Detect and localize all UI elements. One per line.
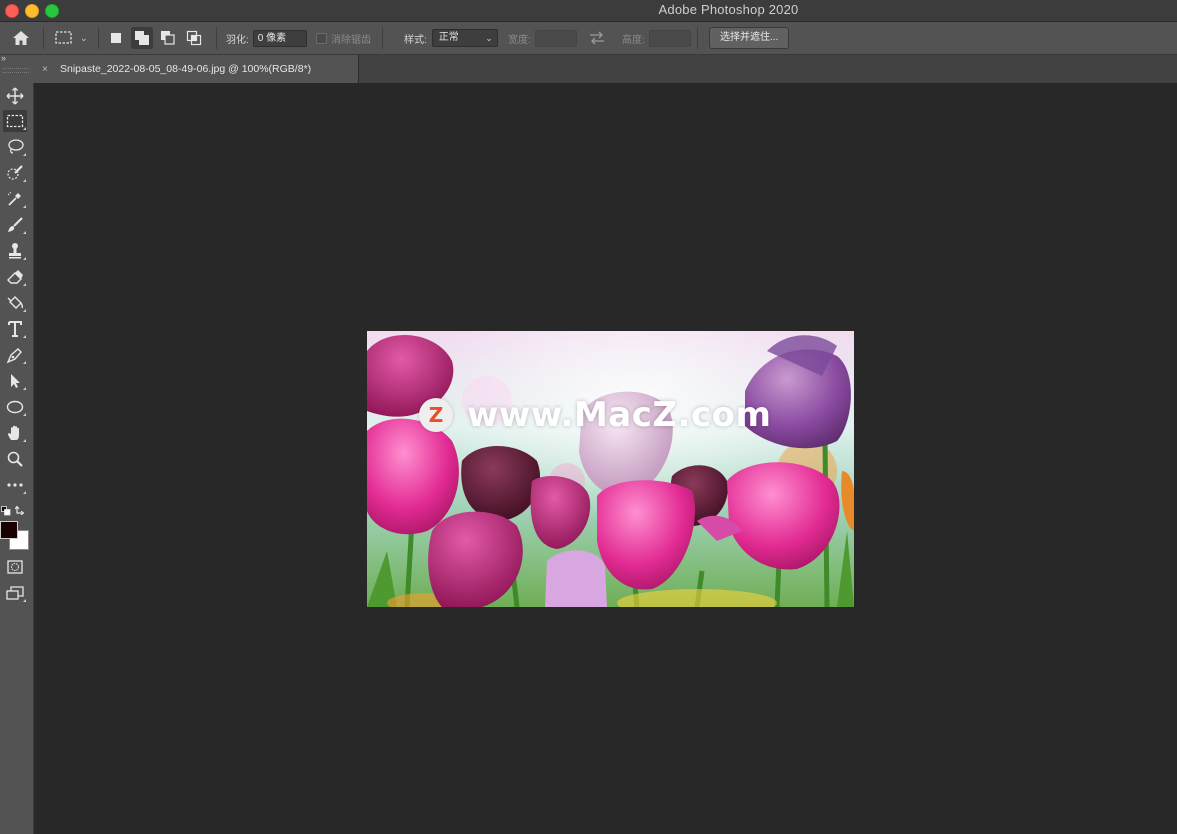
tulips-photo: [367, 331, 854, 607]
marquee-icon: [6, 114, 24, 128]
toolbar-collapse-area[interactable]: »: [0, 53, 35, 83]
paint-bucket-icon: [7, 296, 24, 309]
ellipse-tool[interactable]: [3, 396, 27, 418]
width-label: 宽度:: [508, 34, 531, 46]
lasso-icon: [8, 139, 24, 154]
height-input[interactable]: [648, 29, 691, 47]
select-and-mask-button[interactable]: 选择并遮住...: [709, 27, 790, 49]
rectangular-marquee-tool[interactable]: [3, 110, 27, 132]
lasso-tool[interactable]: [3, 136, 27, 158]
options-bar: ⌄ 羽化: 0 像素 消除锯齿 样式: 正常 ⌄ 宽度: 高度: 选择并遮住..…: [0, 22, 1177, 55]
tool-preset-picker[interactable]: ⌄: [54, 22, 88, 54]
swap-colors-icon: [14, 505, 25, 516]
swap-arrows-icon: [590, 31, 604, 45]
feather-label: 羽化:: [226, 34, 249, 46]
eraser-icon: [7, 270, 23, 284]
quick-mask-button[interactable]: [3, 556, 27, 578]
quick-selection-tool[interactable]: [3, 162, 27, 184]
move-tool[interactable]: [3, 85, 27, 107]
subtract-selection-icon: [161, 31, 175, 45]
add-selection-icon: [135, 31, 149, 45]
document-tab-title: Snipaste_2022-08-05_08-49-06.jpg @ 100%(…: [60, 63, 312, 75]
more-dots-icon: [7, 483, 23, 487]
width-input[interactable]: [534, 29, 577, 47]
quick-selection-icon: [7, 165, 23, 180]
marquee-preset-icon: [55, 31, 72, 44]
style-label: 样式:: [404, 34, 427, 46]
style-select-value: 正常: [438, 32, 459, 43]
intersect-selection-icon: [186, 30, 202, 46]
type-icon: [8, 321, 22, 337]
move-icon: [6, 87, 24, 105]
app-title: Adobe Photoshop 2020: [658, 2, 799, 17]
watermark: Z www.MacZ.com: [419, 395, 771, 435]
magnifier-icon: [7, 451, 23, 467]
hand-tool[interactable]: [3, 422, 27, 444]
add-to-selection-button[interactable]: [131, 27, 153, 49]
feather-input[interactable]: 0 像素: [252, 29, 307, 47]
ellipse-icon: [6, 400, 24, 414]
chevron-down-icon: ⌄: [80, 32, 88, 43]
eyedropper-icon: [7, 191, 21, 206]
type-tool[interactable]: [3, 318, 27, 340]
foreground-color-swatch[interactable]: [0, 521, 18, 539]
tab-close-icon[interactable]: ×: [42, 64, 52, 75]
subtract-from-selection-button[interactable]: [157, 27, 179, 49]
document-tab[interactable]: × Snipaste_2022-08-05_08-49-06.jpg @ 100…: [35, 55, 359, 83]
antialias-label: 消除锯齿: [331, 34, 371, 46]
home-button[interactable]: [10, 22, 32, 54]
title-bar: Adobe Photoshop 2020: [0, 0, 1177, 22]
swap-colors-button[interactable]: [14, 502, 27, 516]
watermark-logo-letter: Z: [428, 403, 444, 427]
new-selection-icon: [111, 33, 121, 43]
home-icon: [13, 31, 29, 45]
chevron-down-icon: ⌄: [485, 33, 493, 43]
height-label: 高度:: [622, 34, 645, 46]
style-select[interactable]: 正常 ⌄: [431, 29, 498, 47]
screen-mode-button[interactable]: [3, 582, 27, 604]
eyedropper-tool[interactable]: [3, 188, 27, 210]
brush-tool[interactable]: [3, 214, 27, 236]
antialias-checkbox[interactable]: [316, 32, 327, 44]
toolbar-grip[interactable]: [3, 68, 29, 73]
watermark-text: www.MacZ.com: [467, 395, 772, 435]
brush-icon: [8, 217, 23, 232]
pen-tool[interactable]: [3, 344, 27, 366]
screen-mode-icon: [6, 586, 24, 600]
hand-icon: [8, 425, 19, 440]
macz-logo-icon: Z: [419, 398, 453, 432]
pen-icon: [6, 348, 22, 364]
default-colors-button[interactable]: [1, 503, 11, 516]
intersect-selection-button[interactable]: [183, 27, 205, 49]
path-selection-tool[interactable]: [3, 370, 27, 392]
arrow-pointer-icon: [11, 374, 20, 388]
paint-bucket-tool[interactable]: [3, 292, 27, 314]
quick-mask-icon: [7, 560, 23, 574]
collapse-arrows-icon[interactable]: »: [1, 53, 6, 63]
document-image[interactable]: Z www.MacZ.com: [367, 331, 854, 607]
zoom-tool[interactable]: [3, 448, 27, 470]
new-selection-button[interactable]: [105, 27, 127, 49]
stamp-icon: [9, 243, 21, 259]
swap-dimensions-button[interactable]: [588, 22, 606, 54]
eraser-tool[interactable]: [3, 266, 27, 288]
default-colors-icon: [1, 506, 11, 516]
tools-panel: [0, 83, 34, 834]
edit-toolbar-button[interactable]: [3, 474, 27, 496]
clone-stamp-tool[interactable]: [3, 240, 27, 262]
